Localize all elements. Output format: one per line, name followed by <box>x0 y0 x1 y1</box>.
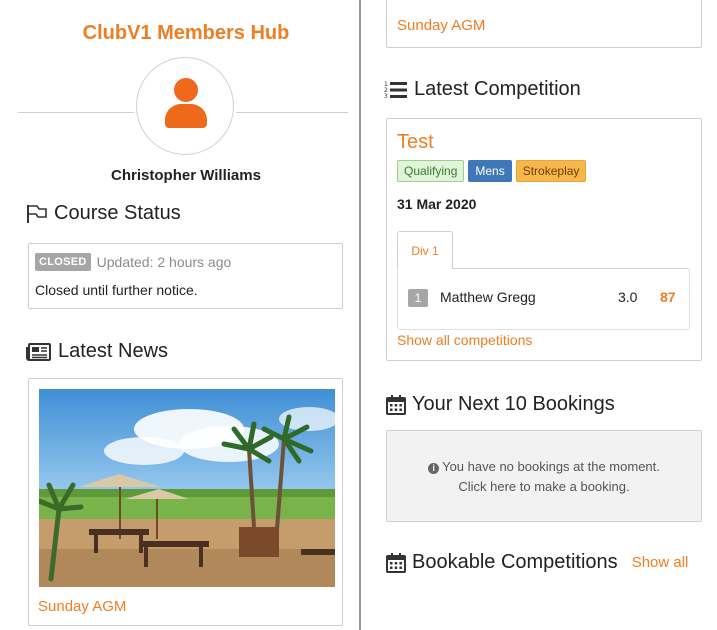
info-circle-icon: i <box>428 463 440 474</box>
course-status-heading-label: Course Status <box>54 202 181 224</box>
competition-card: Test Qualifying Mens Strokeplay 31 Mar 2… <box>386 118 702 361</box>
course-status-heading: Course Status <box>26 202 181 225</box>
latest-news-heading-label: Latest News <box>58 340 169 362</box>
avatar[interactable] <box>136 57 234 155</box>
make-booking-link[interactable]: Click here to make a booking. <box>387 477 701 497</box>
svg-text:3: 3 <box>384 93 388 100</box>
leaderboard-score: 87 <box>660 289 676 305</box>
hub-title: ClubV1 Members Hub <box>82 22 290 44</box>
course-status-card: CLOSED Updated: 2 hours ago Closed until… <box>28 243 343 309</box>
status-note: Closed until further notice. <box>35 282 198 298</box>
news-article-link[interactable]: Sunday AGM <box>38 598 126 615</box>
latest-competition-heading: 1 2 3 Latest Competition <box>384 78 581 101</box>
latest-competition-heading-label: Latest Competition <box>414 78 581 100</box>
bookable-competitions-heading: Bookable Competitions Show all <box>386 551 688 574</box>
tag-mens: Mens <box>468 160 512 182</box>
newspaper-icon <box>26 342 51 361</box>
avatar-divider-right <box>236 112 348 113</box>
news-top-card[interactable]: Sunday AGM <box>386 0 702 48</box>
competition-title[interactable]: Test <box>397 131 434 154</box>
leaderboard-handicap: 3.0 <box>618 289 638 305</box>
bookings-heading: Your Next 10 Bookings <box>386 393 615 416</box>
ordered-list-icon: 1 2 3 <box>384 81 407 100</box>
leaderboard-player-name: Matthew Gregg <box>440 289 536 305</box>
bookings-empty-box[interactable]: i You have no bookings at the moment. Cli… <box>386 430 702 522</box>
column-divider <box>359 0 361 630</box>
bookings-heading-label: Your Next 10 Bookings <box>412 393 615 415</box>
tag-qualifying: Qualifying <box>397 160 465 182</box>
status-updated: Updated: 2 hours ago <box>96 254 232 270</box>
show-all-bookable-link[interactable]: Show all <box>632 554 689 571</box>
right-column: Sunday AGM 1 2 3 Latest Competition Test… <box>368 0 717 630</box>
status-badge: CLOSED <box>35 253 91 271</box>
calendar-icon <box>386 552 406 573</box>
bookable-competitions-heading-label: Bookable Competitions <box>412 551 618 573</box>
news-image[interactable] <box>39 389 335 587</box>
competition-tags: Qualifying Mens Strokeplay <box>397 160 587 182</box>
avatar-divider-left <box>18 112 134 113</box>
news-card[interactable]: Sunday AGM <box>28 378 343 626</box>
competition-date: 31 Mar 2020 <box>397 196 477 212</box>
latest-news-heading: Latest News <box>26 340 168 363</box>
left-column: ClubV1 Members Hub Christopher Williams … <box>0 0 358 630</box>
leaderboard-rank: 1 <box>408 289 428 307</box>
bookings-empty-line1-row: i You have no bookings at the moment. <box>387 457 701 477</box>
tab-div-1[interactable]: Div 1 <box>397 231 453 269</box>
member-name: Christopher Williams <box>111 167 261 184</box>
bookings-empty-message: You have no bookings at the moment. <box>442 459 660 474</box>
leaderboard-panel: 1 Matthew Gregg 3.0 87 <box>397 268 690 330</box>
tag-strokeplay: Strokeplay <box>515 160 587 182</box>
news-top-article-link[interactable]: Sunday AGM <box>397 17 485 34</box>
calendar-icon <box>386 394 406 415</box>
flag-outline-icon <box>27 204 47 223</box>
show-all-competitions-link[interactable]: Show all competitions <box>397 332 532 348</box>
